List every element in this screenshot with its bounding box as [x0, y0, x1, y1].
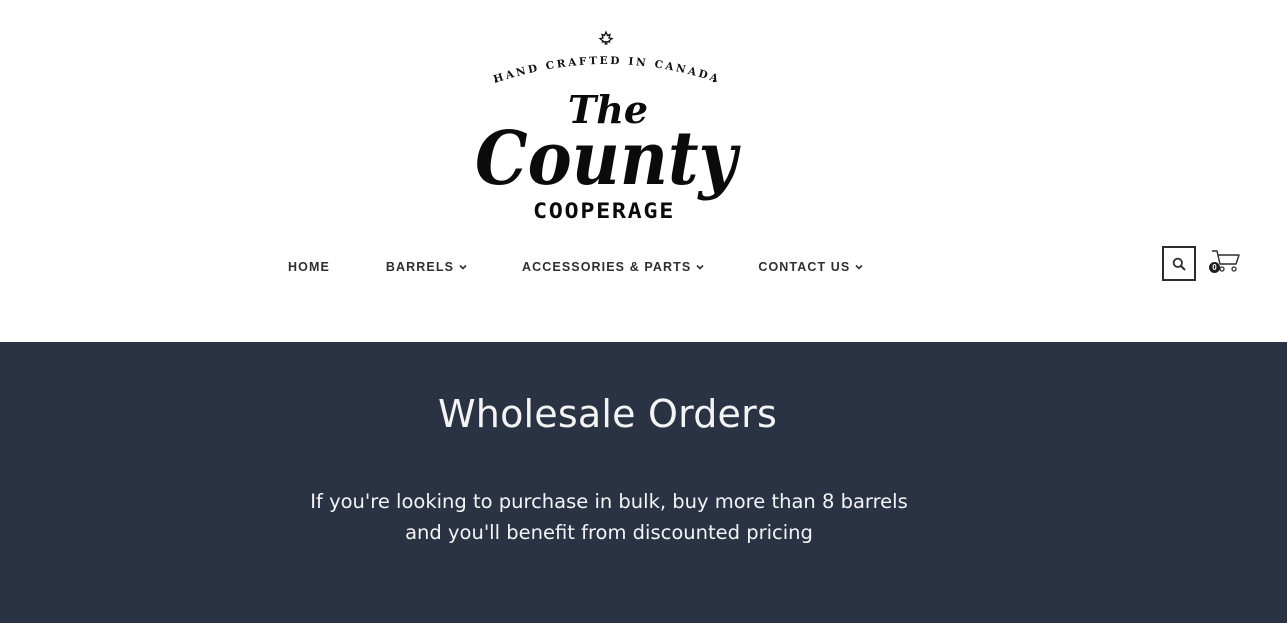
site-logo[interactable]: HAND CRAFTED IN CANADA The County COOPER… [462, 26, 752, 226]
main-nav: HOME BARRELS ACCESSORIES & PARTS CONTACT… [288, 258, 863, 276]
hero-description: If you're looking to purchase in bulk, b… [310, 490, 908, 544]
logo-wordmark: COOPERAGE [533, 199, 675, 223]
maple-leaf-icon [598, 30, 614, 45]
chevron-down-icon [855, 264, 863, 270]
hero-title: Wholesale Orders [438, 392, 777, 436]
nav-item-label: HOME [288, 260, 330, 274]
nav-item-contact-us[interactable]: CONTACT US [758, 260, 863, 274]
nav-item-label: ACCESSORIES & PARTS [522, 260, 692, 274]
cart-count-badge: 0 [1209, 262, 1220, 273]
nav-item-accessories-parts[interactable]: ACCESSORIES & PARTS [522, 260, 704, 274]
nav-item-barrels[interactable]: BARRELS [386, 260, 467, 274]
nav-item-home[interactable]: HOME [288, 260, 330, 274]
search-button[interactable] [1162, 246, 1196, 281]
logo-script-main: County [475, 116, 741, 202]
wholesale-hero: Wholesale Orders If you're looking to pu… [0, 342, 1287, 623]
logo-tagline: HAND CRAFTED IN CANADA [492, 55, 722, 86]
nav-item-label: CONTACT US [758, 260, 851, 274]
nav-item-label: BARRELS [385, 260, 455, 274]
search-icon [1172, 257, 1186, 270]
chevron-down-icon [459, 264, 467, 270]
site-header: HAND CRAFTED IN CANADA The County COOPER… [0, 0, 1287, 342]
chevron-down-icon [696, 264, 704, 270]
